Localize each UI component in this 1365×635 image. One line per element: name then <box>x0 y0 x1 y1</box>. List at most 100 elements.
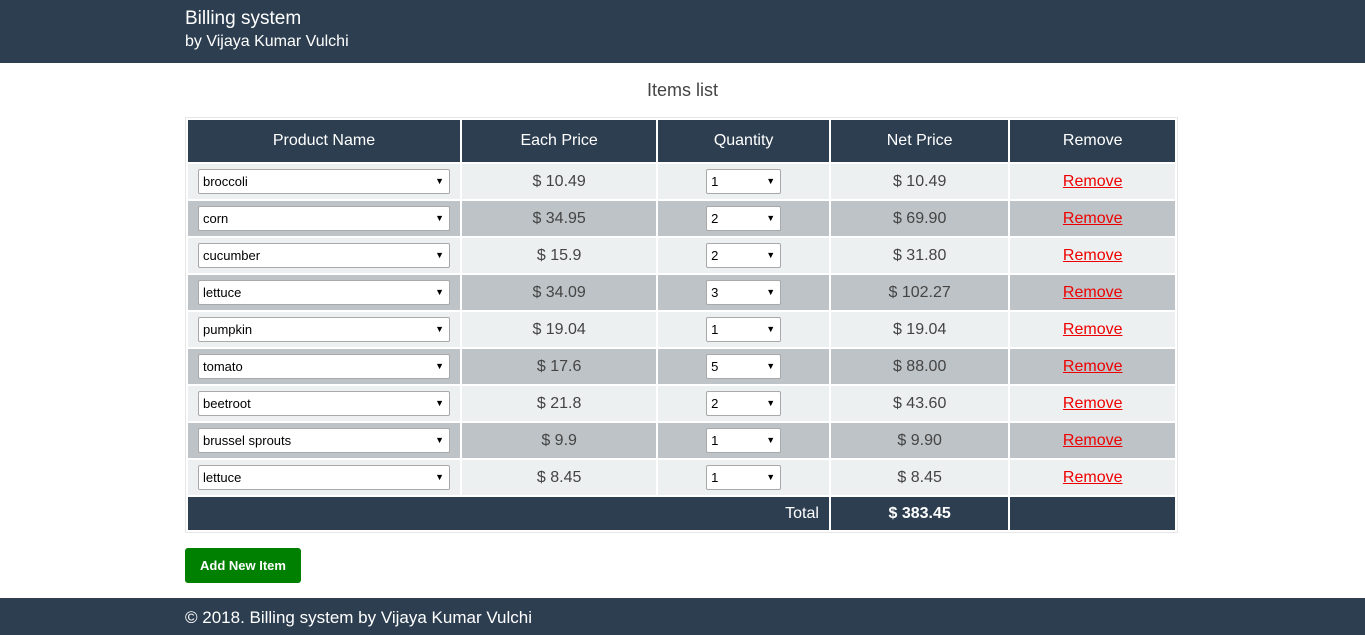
remove-link[interactable]: Remove <box>1063 210 1123 227</box>
table-row: lettuce ▼ $ 8.45 1 ▼ $ 8.45 Remove <box>188 460 1175 495</box>
product-cell: corn ▼ <box>188 201 460 236</box>
product-select[interactable]: broccoli ▼ <box>198 169 450 194</box>
quantity-select[interactable]: 2 ▼ <box>706 391 782 416</box>
items-table: Product Name Each Price Quantity Net Pri… <box>185 117 1178 533</box>
quantity-cell: 2 ▼ <box>658 238 829 273</box>
product-select[interactable]: cucumber ▼ <box>198 243 450 268</box>
each-price-cell: $ 8.45 <box>461 460 657 495</box>
quantity-cell: 1 ▼ <box>658 460 829 495</box>
column-header-net-price: Net Price <box>830 120 1009 162</box>
product-cell: broccoli ▼ <box>188 164 460 199</box>
table-row: brussel sprouts ▼ $ 9.9 1 ▼ $ 9.90 Remove <box>188 423 1175 458</box>
page-footer: © 2018. Billing system by Vijaya Kumar V… <box>0 598 1365 635</box>
remove-link[interactable]: Remove <box>1063 321 1123 338</box>
product-select[interactable]: pumpkin ▼ <box>198 317 450 342</box>
quantity-cell: 1 ▼ <box>658 164 829 199</box>
chevron-down-icon: ▼ <box>766 398 776 408</box>
table-row: broccoli ▼ $ 10.49 1 ▼ $ 10.49 Remove <box>188 164 1175 199</box>
chevron-down-icon: ▼ <box>435 361 444 371</box>
product-cell: lettuce ▼ <box>188 275 460 310</box>
product-select[interactable]: brussel sprouts ▼ <box>198 428 450 453</box>
net-price-cell: $ 19.04 <box>830 312 1009 347</box>
quantity-select[interactable]: 1 ▼ <box>706 428 782 453</box>
chevron-down-icon: ▼ <box>435 250 444 260</box>
remove-link[interactable]: Remove <box>1063 284 1123 301</box>
each-price-cell: $ 15.9 <box>461 238 657 273</box>
product-select-value: tomato <box>203 359 243 374</box>
remove-link[interactable]: Remove <box>1063 432 1123 449</box>
quantity-cell: 1 ▼ <box>658 423 829 458</box>
product-cell: brussel sprouts ▼ <box>188 423 460 458</box>
quantity-select[interactable]: 3 ▼ <box>706 280 782 305</box>
net-price-cell: $ 10.49 <box>830 164 1009 199</box>
remove-cell: Remove <box>1010 238 1175 273</box>
chevron-down-icon: ▼ <box>435 472 444 482</box>
column-header-remove: Remove <box>1010 120 1175 162</box>
quantity-select-value: 2 <box>711 396 719 411</box>
quantity-select[interactable]: 1 ▼ <box>706 317 782 342</box>
each-price-cell: $ 34.09 <box>461 275 657 310</box>
app-title: Billing system <box>185 8 302 29</box>
net-price-cell: $ 8.45 <box>830 460 1009 495</box>
chevron-down-icon: ▼ <box>766 361 776 371</box>
chevron-down-icon: ▼ <box>766 287 776 297</box>
top-header: Billing system by Vijaya Kumar Vulchi <box>0 0 1365 63</box>
chevron-down-icon: ▼ <box>766 250 776 260</box>
remove-cell: Remove <box>1010 164 1175 199</box>
net-price-cell: $ 102.27 <box>830 275 1009 310</box>
remove-link[interactable]: Remove <box>1063 247 1123 264</box>
remove-link[interactable]: Remove <box>1063 395 1123 412</box>
add-new-item-button[interactable]: Add New Item <box>185 548 301 583</box>
net-price-cell: $ 31.80 <box>830 238 1009 273</box>
product-select-value: brussel sprouts <box>203 433 292 448</box>
net-price-cell: $ 88.00 <box>830 349 1009 384</box>
net-price-cell: $ 9.90 <box>830 423 1009 458</box>
product-select[interactable]: tomato ▼ <box>198 354 450 379</box>
quantity-cell: 1 ▼ <box>658 312 829 347</box>
quantity-select[interactable]: 2 ▼ <box>706 243 782 268</box>
quantity-select-value: 2 <box>711 211 719 226</box>
quantity-select[interactable]: 1 ▼ <box>706 169 782 194</box>
each-price-cell: $ 34.95 <box>461 201 657 236</box>
product-select-value: beetroot <box>203 396 251 411</box>
chevron-down-icon: ▼ <box>766 213 776 223</box>
remove-link[interactable]: Remove <box>1063 173 1123 190</box>
chevron-down-icon: ▼ <box>435 176 444 186</box>
table-row: beetroot ▼ $ 21.8 2 ▼ $ 43.60 Remove <box>188 386 1175 421</box>
quantity-select[interactable]: 2 ▼ <box>706 206 782 231</box>
net-price-cell: $ 43.60 <box>830 386 1009 421</box>
quantity-select[interactable]: 5 ▼ <box>706 354 782 379</box>
footer-copyright: © 2018. Billing system by Vijaya Kumar V… <box>185 608 533 627</box>
product-select[interactable]: lettuce ▼ <box>198 465 450 490</box>
product-select-value: broccoli <box>203 174 248 189</box>
remove-link[interactable]: Remove <box>1063 358 1123 375</box>
chevron-down-icon: ▼ <box>766 472 776 482</box>
product-select-value: corn <box>203 211 229 226</box>
quantity-cell: 2 ▼ <box>658 201 829 236</box>
chevron-down-icon: ▼ <box>766 176 776 186</box>
table-row: cucumber ▼ $ 15.9 2 ▼ $ 31.80 Remove <box>188 238 1175 273</box>
chevron-down-icon: ▼ <box>435 324 444 334</box>
remove-link[interactable]: Remove <box>1063 469 1123 486</box>
chevron-down-icon: ▼ <box>766 435 776 445</box>
column-header-quantity: Quantity <box>658 120 829 162</box>
table-row: pumpkin ▼ $ 19.04 1 ▼ $ 19.04 Remove <box>188 312 1175 347</box>
quantity-select-value: 3 <box>711 285 719 300</box>
product-select[interactable]: lettuce ▼ <box>198 280 450 305</box>
quantity-select[interactable]: 1 ▼ <box>706 465 782 490</box>
quantity-select-value: 1 <box>711 470 719 485</box>
remove-cell: Remove <box>1010 386 1175 421</box>
product-select[interactable]: corn ▼ <box>198 206 450 231</box>
product-select[interactable]: beetroot ▼ <box>198 391 450 416</box>
remove-cell: Remove <box>1010 312 1175 347</box>
chevron-down-icon: ▼ <box>766 324 776 334</box>
quantity-cell: 2 ▼ <box>658 386 829 421</box>
product-select-value: pumpkin <box>203 322 253 337</box>
chevron-down-icon: ▼ <box>435 287 444 297</box>
total-label: Total <box>188 497 829 530</box>
each-price-cell: $ 21.8 <box>461 386 657 421</box>
quantity-select-value: 1 <box>711 433 719 448</box>
table-row: corn ▼ $ 34.95 2 ▼ $ 69.90 Remove <box>188 201 1175 236</box>
product-select-value: cucumber <box>203 248 261 263</box>
product-cell: lettuce ▼ <box>188 460 460 495</box>
